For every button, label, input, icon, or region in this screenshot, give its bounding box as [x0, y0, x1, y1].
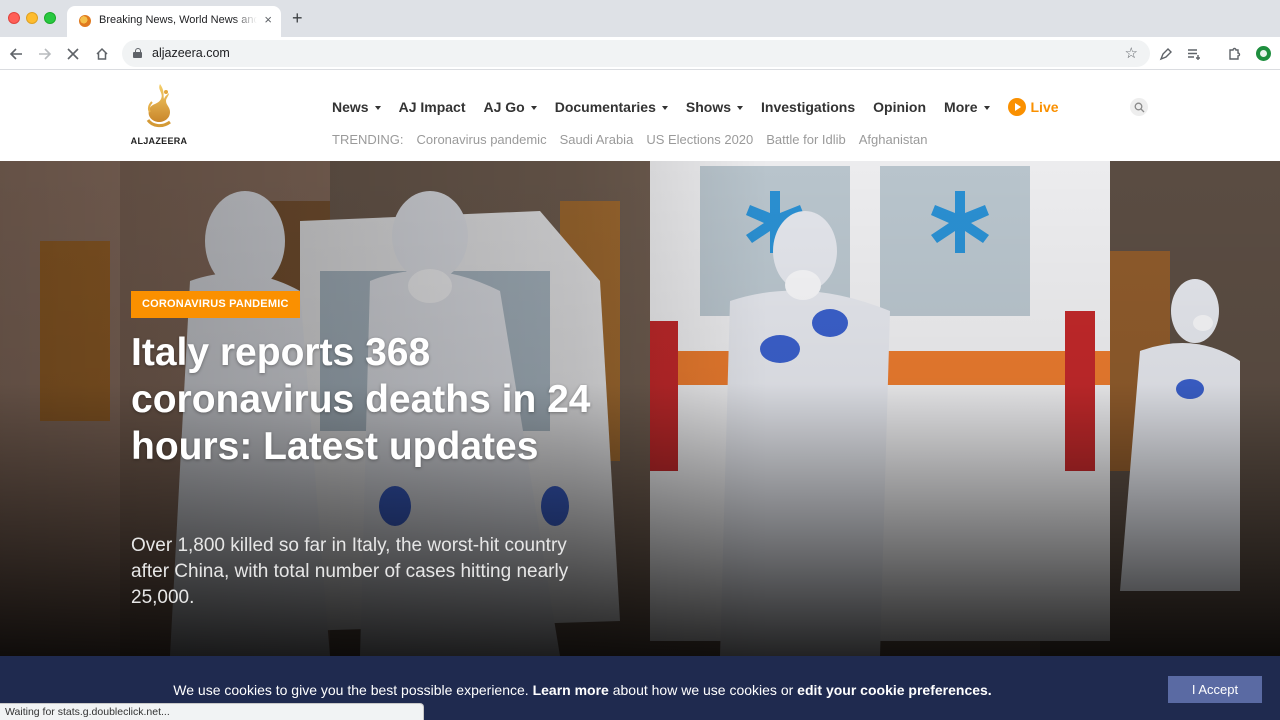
trending-label: TRENDING: — [332, 132, 404, 147]
cookie-message: We use cookies to give you the best poss… — [0, 682, 1165, 698]
forward-icon[interactable] — [33, 37, 57, 70]
extension-pen-icon[interactable] — [1154, 37, 1178, 70]
nav-item-news[interactable]: News — [332, 99, 381, 115]
nav-item-shows[interactable]: Shows — [685, 99, 744, 115]
nav-label: Opinion — [873, 99, 927, 115]
nav-label: Documentaries — [554, 99, 656, 115]
url-text[interactable]: aljazeera.com — [152, 46, 230, 60]
back-icon[interactable] — [4, 37, 28, 70]
browser-tab-active[interactable]: Breaking News, World News and Video from… — [67, 6, 281, 37]
category-tag[interactable]: CORONAVIRUS PANDEMIC — [131, 291, 300, 318]
nav-label: News — [332, 99, 369, 115]
chevron-down-icon — [661, 106, 668, 110]
chevron-down-icon — [530, 106, 537, 110]
maximize-window-button[interactable] — [44, 12, 56, 24]
extension-green-icon[interactable] — [1256, 46, 1271, 61]
chevron-down-icon — [737, 106, 744, 110]
search-icon[interactable] — [1130, 98, 1148, 116]
cookie-text-part: about how we use cookies or — [608, 682, 798, 698]
trending-link-saudi-arabia[interactable]: Saudi Arabia — [560, 132, 634, 147]
home-icon[interactable] — [90, 37, 114, 70]
nav-item-aj-impact[interactable]: AJ Impact — [399, 99, 466, 115]
trending-link-afghanistan[interactable]: Afghanistan — [859, 132, 928, 147]
aljazeera-emblem-icon — [146, 84, 171, 128]
nav-label: AJ Impact — [398, 99, 466, 115]
extension-playlist-icon[interactable] — [1182, 37, 1206, 70]
logo-text: ALJAZEERA — [130, 136, 188, 146]
play-icon — [1007, 98, 1026, 116]
nav-item-more[interactable]: More — [944, 99, 990, 115]
minimize-window-button[interactable] — [26, 12, 38, 24]
browser-toolbar: aljazeera.com ☆ — [0, 37, 1280, 70]
stop-loading-icon[interactable] — [61, 37, 85, 70]
hero-story[interactable]: CORONAVIRUS PANDEMIC Italy reports 368 c… — [0, 161, 1280, 656]
aljazeera-logo[interactable]: ALJAZEERA — [130, 80, 188, 148]
trending-link-idlib[interactable]: Battle for Idlib — [766, 132, 846, 147]
learn-more-link[interactable]: Learn more — [533, 682, 609, 698]
nav-label: More — [944, 99, 978, 115]
nav-item-documentaries[interactable]: Documentaries — [555, 99, 668, 115]
nav-label: Investigations — [761, 99, 856, 115]
browser-tab-bar: Breaking News, World News and Video from… — [0, 0, 1280, 37]
nav-item-aj-go[interactable]: AJ Go — [484, 99, 537, 115]
trending-bar: TRENDING: Coronavirus pandemic Saudi Ara… — [332, 132, 940, 147]
address-bar[interactable]: aljazeera.com ☆ — [122, 40, 1150, 67]
new-tab-button[interactable]: + — [292, 9, 303, 27]
nav-label: Shows — [685, 99, 732, 115]
trending-link-us-elections[interactable]: US Elections 2020 — [646, 132, 753, 147]
lock-icon[interactable] — [133, 48, 142, 58]
tab-title: Breaking News, World News and Video from… — [99, 14, 257, 26]
main-nav: News AJ Impact AJ Go Documentaries Shows… — [332, 97, 1077, 117]
extension-puzzle-icon[interactable] — [1222, 37, 1246, 70]
live-label: Live — [1030, 99, 1059, 115]
nav-item-investigations[interactable]: Investigations — [761, 99, 855, 115]
hero-summary: Over 1,800 killed so far in Italy, the w… — [131, 535, 569, 608]
browser-status-bubble: Waiting for stats.g.doubleclick.net... — [0, 703, 424, 720]
site-header: ALJAZEERA News AJ Impact AJ Go Documenta… — [0, 70, 1280, 161]
bookmark-star-icon[interactable]: ☆ — [1125, 44, 1138, 62]
chevron-down-icon — [983, 106, 990, 110]
cookie-text-part: We use cookies to give you the best poss… — [173, 682, 533, 698]
nav-label: AJ Go — [483, 99, 525, 115]
edit-cookie-preferences-link[interactable]: edit your cookie preferences. — [797, 682, 992, 698]
trending-link-coronavirus[interactable]: Coronavirus pandemic — [417, 132, 547, 147]
nav-item-opinion[interactable]: Opinion — [873, 99, 926, 115]
close-window-button[interactable] — [8, 12, 20, 24]
aljazeera-favicon-icon — [79, 15, 91, 27]
live-button[interactable]: Live — [1007, 98, 1059, 116]
tab-close-icon[interactable]: × — [264, 13, 272, 27]
accept-cookies-button[interactable]: I Accept — [1168, 676, 1262, 703]
hero-headline[interactable]: Italy reports 368 coronavirus deaths in … — [131, 329, 601, 470]
chevron-down-icon — [374, 106, 381, 110]
